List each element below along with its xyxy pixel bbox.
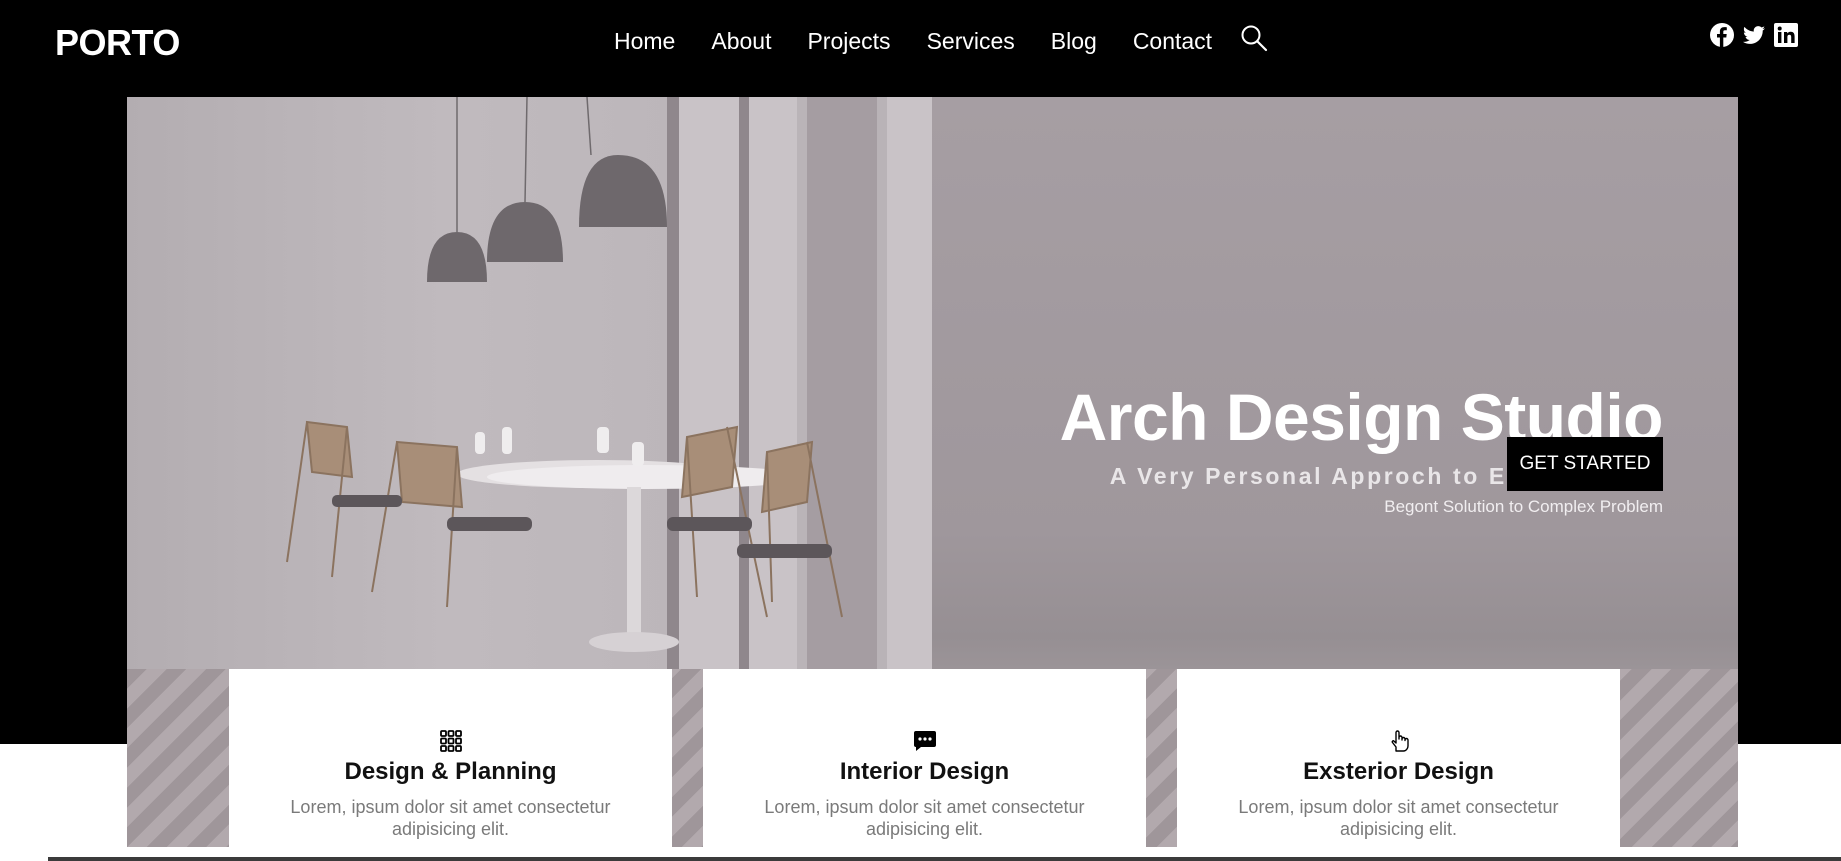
nav-about[interactable]: About [711,28,771,55]
hand-pointer-icon [1391,730,1409,752]
next-section-edge [48,857,1841,861]
twitter-icon[interactable] [1741,22,1767,48]
card-text: Lorem, ipsum dolor sit amet consectetur … [290,797,611,839]
service-card-interior-design[interactable]: Interior Design Lorem, ipsum dolor sit a… [703,669,1146,861]
nav-home[interactable]: Home [614,28,675,55]
nav-services[interactable]: Services [927,28,1015,55]
social-links [1709,22,1799,48]
service-card-design-planning[interactable]: Design & Planning Lorem, ipsum dolor sit… [229,669,672,861]
linkedin-icon[interactable] [1773,22,1799,48]
card-text: Lorem, ipsum dolor sit amet consectetur … [1238,797,1559,839]
nav-projects[interactable]: Projects [807,28,890,55]
grid-icon [439,730,462,752]
facebook-icon[interactable] [1709,22,1735,48]
nav-blog[interactable]: Blog [1051,28,1097,55]
nav-contact[interactable]: Contact [1133,28,1212,55]
card-title: Exsterior Design [1303,758,1494,785]
card-text: Lorem, ipsum dolor sit amet consectetur … [764,797,1085,839]
service-card-exterior-design[interactable]: Exsterior Design Lorem, ipsum dolor sit … [1177,669,1620,861]
search-icon[interactable] [1240,24,1268,52]
get-started-button[interactable]: GET STARTED [1507,437,1663,491]
chat-icon [913,731,936,751]
hero-description: Begont Solution to Complex Problem [1384,497,1663,516]
site-logo[interactable]: PORTO [55,22,180,64]
card-title: Interior Design [839,758,1010,785]
card-title: Design & Planning [344,758,557,785]
main-nav: Home About Projects Services Blog Contac… [614,24,1248,58]
